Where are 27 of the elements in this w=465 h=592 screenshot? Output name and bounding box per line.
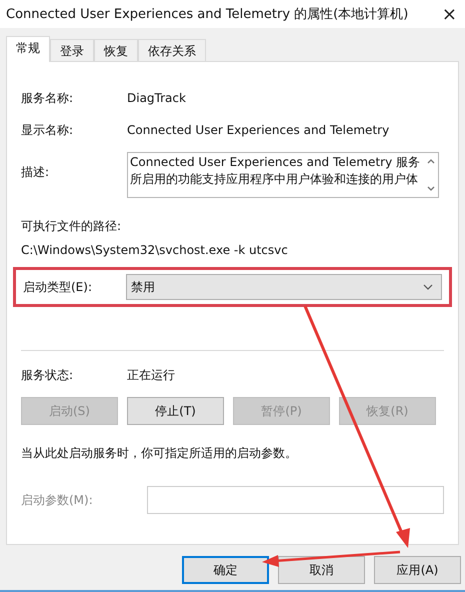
tab[interactable]: 常规 bbox=[6, 36, 50, 62]
field-label: 服务名称: bbox=[21, 90, 74, 106]
tab[interactable]: 登录 bbox=[50, 39, 94, 61]
field-value: DiagTrack bbox=[127, 91, 186, 105]
tab[interactable]: 依存关系 bbox=[138, 39, 206, 61]
status-value: 正在运行 bbox=[127, 366, 175, 384]
dialog-button[interactable]: 取消 bbox=[278, 556, 365, 584]
field-value: Connected User Experiences and Telemetry bbox=[127, 123, 390, 137]
description-box[interactable]: Connected User Experiences and Telemetry 服务所启用的功能支持应用程序中用户体验和连接的用户体 bbox=[127, 152, 439, 198]
service-button[interactable]: 停止(T) bbox=[127, 397, 224, 425]
dialog-button[interactable]: 确定 bbox=[182, 556, 269, 584]
scroll-down-icon[interactable] bbox=[427, 186, 435, 192]
field-label: 显示名称: bbox=[21, 122, 74, 138]
hint-text: 当从此处启动服务时，你可指定所适用的启动参数。 bbox=[21, 445, 298, 462]
start-params-label: 启动参数(M): bbox=[21, 492, 94, 508]
path-label: 可执行文件的路径: bbox=[21, 218, 122, 235]
scroll-up-icon[interactable] bbox=[427, 158, 435, 164]
path-value: C:\Windows\System32\svchost.exe -k utcsvc bbox=[21, 243, 289, 257]
startup-type-dropdown[interactable]: 禁用 bbox=[126, 274, 442, 300]
description-label: 描述: bbox=[21, 164, 50, 181]
dialog-button[interactable]: 应用(A) bbox=[374, 556, 461, 584]
startup-type-label: 启动类型(E): bbox=[23, 278, 93, 296]
close-button[interactable]: × bbox=[442, 4, 457, 24]
status-label: 服务状态: bbox=[21, 366, 74, 384]
tab[interactable]: 恢复 bbox=[94, 39, 138, 61]
chevron-down-icon bbox=[423, 284, 433, 290]
window-title: Connected User Experiences and Telemetry 的属性(本地计算机) bbox=[6, 6, 408, 23]
